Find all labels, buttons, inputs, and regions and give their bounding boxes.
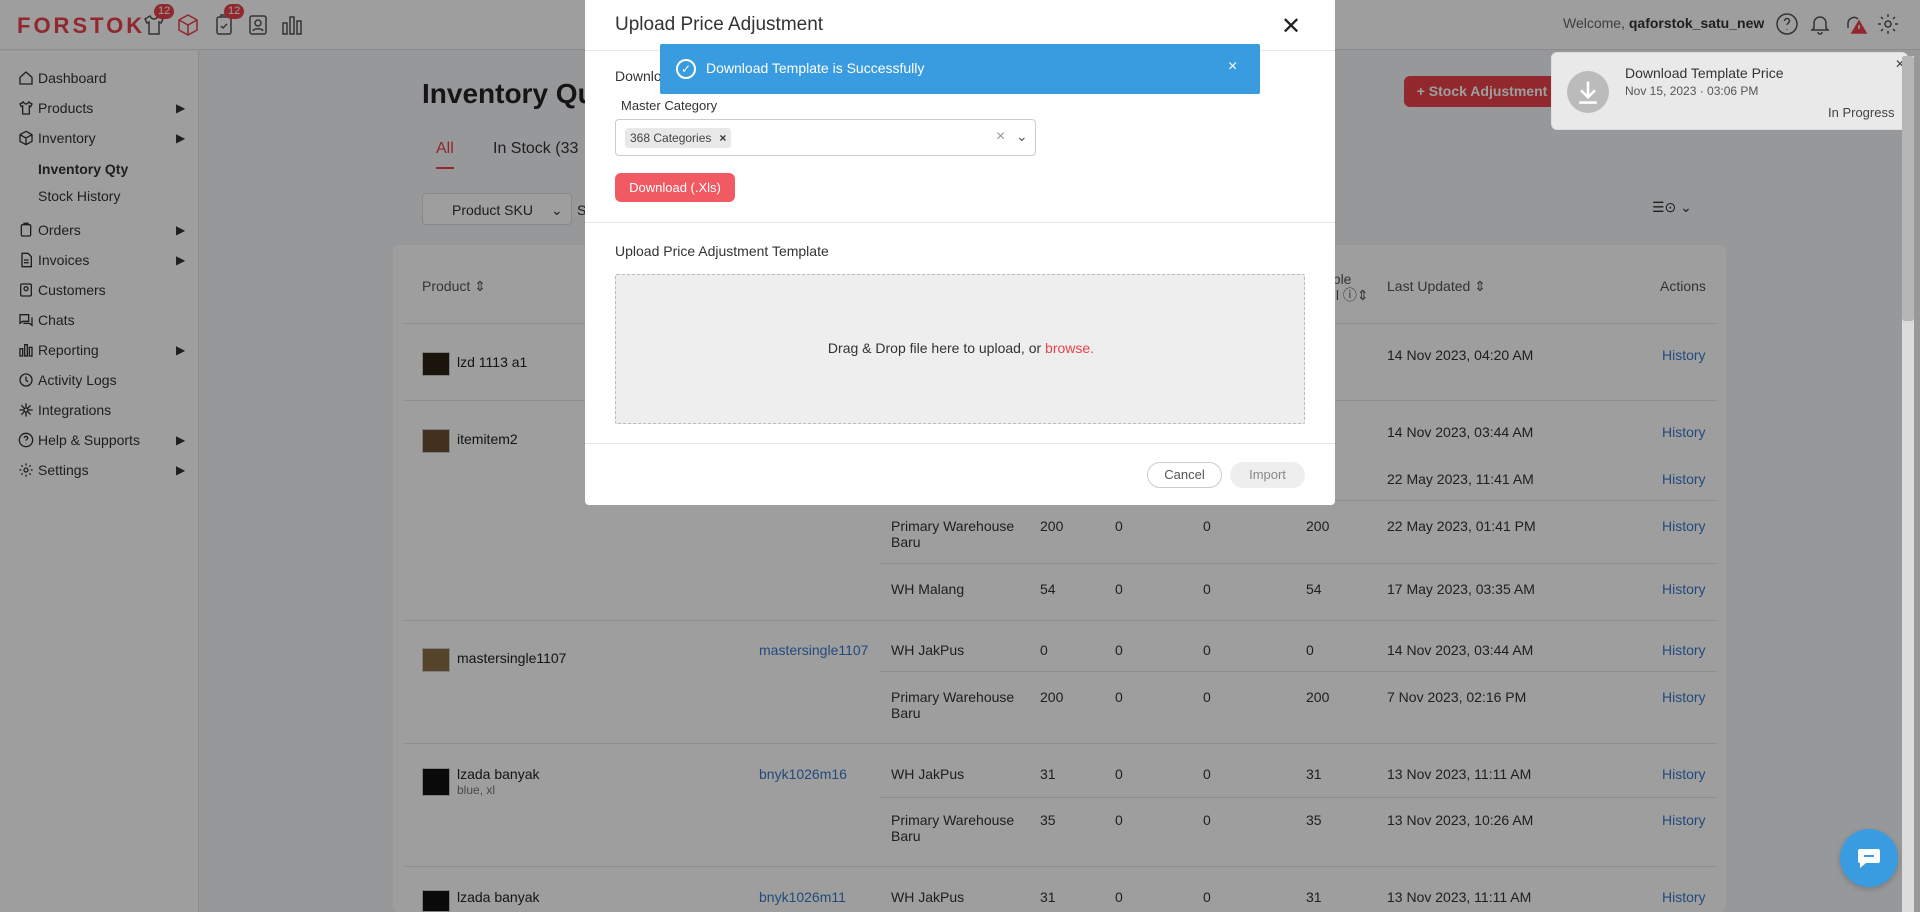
notification-date: Nov 15, 2023 · 03:06 PM: [1625, 84, 1759, 98]
master-category-label: Master Category: [621, 98, 718, 113]
dropzone-text: Drag & Drop file here to upload, or brow…: [827, 340, 1095, 356]
chat-support-button[interactable]: [1840, 829, 1898, 887]
chip-remove-icon[interactable]: ×: [719, 131, 726, 145]
download-notification: Download Template Price Nov 15, 2023 · 0…: [1551, 52, 1908, 130]
download-xls-button[interactable]: Download (.Xls): [615, 173, 735, 202]
success-toast: ✓ Download Template is Successfully ×: [660, 44, 1260, 94]
clear-icon[interactable]: ×: [996, 128, 1005, 146]
category-chip: 368 Categories ×: [625, 128, 732, 148]
master-category-select[interactable]: 368 Categories × × ⌄: [615, 119, 1036, 156]
notification-status: In Progress: [1828, 105, 1895, 120]
scrollbar-thumb[interactable]: [1902, 56, 1914, 321]
cancel-button[interactable]: Cancel: [1147, 462, 1222, 488]
chat-bubble-icon: [1858, 849, 1880, 868]
import-button[interactable]: Import: [1230, 462, 1305, 488]
download-section-label: Downlo: [615, 68, 662, 84]
chevron-down-icon[interactable]: ⌄: [1016, 128, 1028, 145]
close-icon[interactable]: ✕: [1281, 12, 1301, 41]
file-dropzone[interactable]: Drag & Drop file here to upload, or brow…: [615, 274, 1305, 424]
download-icon: [1567, 71, 1609, 113]
toast-close-icon[interactable]: ×: [1228, 58, 1237, 76]
modal-title: Upload Price Adjustment: [615, 14, 824, 35]
notification-title: Download Template Price: [1625, 65, 1784, 81]
check-circle-icon: ✓: [676, 59, 696, 79]
upload-template-label: Upload Price Adjustment Template: [615, 243, 829, 259]
browse-link[interactable]: browse.: [1045, 340, 1094, 356]
toast-message: Download Template is Successfully: [706, 60, 925, 76]
